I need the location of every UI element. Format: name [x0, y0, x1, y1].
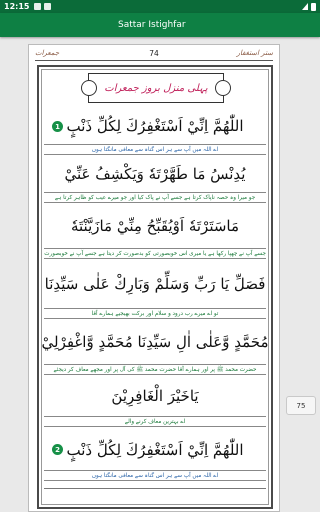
dua-arabic-6: يَاخَيْرَ الْغَافِرِيْنَ	[111, 387, 199, 405]
signal-icon	[302, 3, 308, 10]
status-time: 12:15	[4, 2, 30, 11]
dua-translation-7: اے اللہ میں آپ سے ہر اس گناہ سے معافی ما…	[44, 470, 266, 481]
dua-line-6: يَاخَيْرَ الْغَافِرِيْنَ	[44, 376, 266, 416]
status-bar: 12:15	[0, 0, 320, 13]
dua-line-1: اللّٰهُمَّ اِنِّيْ اَسْتَغْفِرُكَ لِكُلِ…	[44, 108, 266, 144]
battery-icon	[311, 2, 316, 11]
dua-translation-3: جسے آپ نے چھپا رکھا ہے یا میری اس خوبصور…	[44, 248, 266, 259]
next-page-button[interactable]: 75	[286, 396, 316, 415]
header-book-label: ستر استغفار	[236, 49, 273, 57]
header-divider	[35, 60, 273, 61]
dua-translation-5: حضرت محمد ﷺ پر اور ہمارے آقا حضرت محمد ﷺ…	[44, 364, 266, 375]
app-notification-icon	[44, 3, 52, 10]
dua-line-3: مَاسَتَرْتَهٗ اَوْيُقَبِّحُ مِنِّيْ مَاز…	[44, 204, 266, 248]
dua-translation-4: تو اے میرے رب درود و سلام اور برکت بھیجی…	[44, 308, 266, 319]
dua-line-7: اللّٰهُمَّ اِنِّيْ اَسْتَغْفِرُكَ لِكُلِ…	[44, 430, 266, 470]
notification-icon	[34, 3, 42, 10]
section-title-box: پہلی منزل بروز جمعرات	[88, 73, 224, 103]
dua-line-2: يُدِنْسُ مَا طَهَّرْتَهٗ وَيَكْشِفُ عَنِ…	[44, 156, 266, 192]
page-frame: پہلی منزل بروز جمعرات اللّٰهُمَّ اِنِّيْ…	[37, 65, 273, 509]
dua-arabic-5: مُحَمَّدٍ وَّعَلٰى اٰلِ سَيِّدِنَا مُحَم…	[41, 333, 269, 351]
dua-translation-6: اے بہترین معاف کرنے والے	[44, 416, 266, 427]
app-title: Sattar Istighfar	[118, 20, 186, 30]
dua-translation-2: جو میرا وہ حصہ ناپاک کرتا ہے جسے آپ نے پ…	[44, 192, 266, 203]
dua-line-5: مُحَمَّدٍ وَّعَلٰى اٰلِ سَيِّدِنَا مُحَم…	[41, 320, 269, 364]
dua-arabic-2: يُدِنْسُ مَا طَهَّرْتَهٗ وَيَكْشِفُ عَنِ…	[64, 165, 246, 183]
section-title: پہلی منزل بروز جمعرات	[104, 82, 208, 94]
dua-number-badge-2: 2	[52, 444, 63, 455]
book-page[interactable]: جمعرات 74 ستر استغفار پہلی منزل بروز جمع…	[28, 44, 280, 512]
dua-translation-1: اے اللہ میں آپ سے ہر اس گناہ سے معافی ما…	[44, 144, 266, 155]
dua-number-badge-1: 1	[52, 121, 63, 132]
dua-arabic-3: مَاسَتَرْتَهٗ اَوْيُقَبِّحُ مِنِّيْ مَاز…	[70, 217, 240, 235]
dua-arabic-1: اللّٰهُمَّ اِنِّيْ اَسْتَغْفِرُكَ لِكُلِ…	[66, 117, 244, 135]
bottom-divider	[44, 488, 266, 489]
dua-arabic-4: فَصَلِّ يَا رَبِّ وَسَلِّمْ وَبَارِكْ عَ…	[44, 275, 266, 293]
dua-arabic-7: اللّٰهُمَّ اِنِّيْ اَسْتَغْفِرُكَ لِكُلِ…	[66, 441, 244, 459]
page-frame-inner: پہلی منزل بروز جمعرات اللّٰهُمَّ اِنِّيْ…	[41, 69, 269, 505]
dua-line-4: فَصَلِّ يَا رَبِّ وَسَلِّمْ وَبَارِكْ عَ…	[44, 260, 266, 308]
app-bar: Sattar Istighfar	[0, 13, 320, 37]
